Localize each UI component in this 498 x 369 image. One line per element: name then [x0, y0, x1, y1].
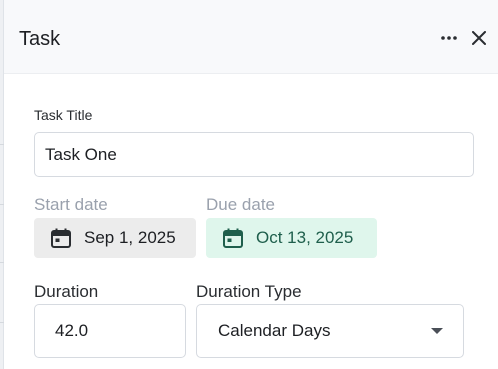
duration-label: Duration	[34, 282, 99, 301]
task-detail-panel: Task Task Title Start date Due date	[4, 0, 498, 369]
close-icon	[472, 31, 486, 45]
start-date-label: Start date	[34, 195, 108, 214]
calendar-icon	[222, 227, 244, 249]
panel-title: Task	[19, 28, 61, 50]
task-title-input[interactable]	[34, 132, 474, 177]
more-options-button[interactable]	[438, 27, 460, 49]
more-horizontal-icon	[441, 36, 457, 40]
task-title-label: Task Title	[34, 107, 93, 123]
start-date-value: Sep 1, 2025	[84, 228, 176, 247]
chevron-down-icon	[431, 328, 443, 334]
calendar-icon	[50, 227, 72, 249]
due-date-button[interactable]: Oct 13, 2025	[206, 218, 377, 258]
duration-type-select[interactable]: Calendar Days	[196, 304, 464, 358]
duration-input[interactable]	[34, 304, 186, 358]
due-date-label: Due date	[206, 195, 275, 214]
panel-header: Task	[4, 0, 498, 74]
start-date-button[interactable]: Sep 1, 2025	[34, 218, 196, 258]
close-button[interactable]	[468, 26, 490, 50]
duration-type-label: Duration Type	[196, 282, 302, 301]
duration-type-value: Calendar Days	[218, 321, 331, 340]
due-date-value: Oct 13, 2025	[256, 228, 354, 247]
